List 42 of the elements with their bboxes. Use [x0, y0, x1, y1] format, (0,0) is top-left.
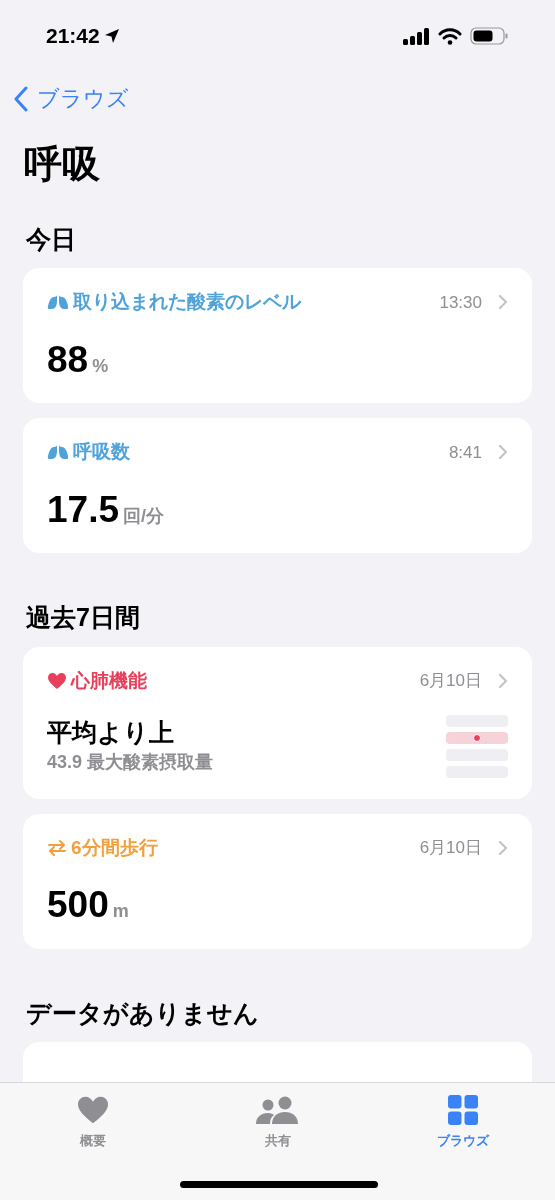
metric-card[interactable] [23, 1042, 532, 1082]
status-time: 21:42 [46, 23, 100, 50]
card-time: 13:30 [439, 291, 482, 314]
metric-unit: % [92, 354, 109, 378]
lungs-icon [47, 294, 69, 311]
heart-icon [75, 1095, 110, 1125]
metric-value: 88 [47, 340, 89, 378]
wifi-icon [438, 27, 462, 45]
grid-icon [447, 1095, 478, 1125]
people-icon [254, 1095, 301, 1125]
chevron-right-icon [498, 444, 508, 461]
metric-unit: m [112, 900, 129, 923]
section-heading: 今日 [26, 223, 77, 255]
rating-headline: 平均より上 [47, 717, 175, 749]
chevron-right-icon [498, 839, 508, 856]
card-time: 8:41 [448, 441, 482, 464]
section-heading: データがありません [26, 997, 260, 1029]
signal-icon [403, 27, 430, 45]
location-arrow-icon [103, 28, 120, 44]
lungs-icon [47, 444, 69, 461]
card-title: 呼吸数 [73, 440, 130, 464]
card-title: 6分間歩行 [71, 835, 158, 860]
chevron-right-icon [498, 294, 508, 311]
metric-card[interactable]: 取り込まれた酸素のレベル 13:30 88% [23, 268, 532, 403]
metric-card[interactable]: 呼吸数 8:41 17.5 回/分 [23, 418, 532, 553]
metric-card[interactable]: 心肺機能 6月10日 平均より上 43.9 最大酸素摂取量 [23, 646, 532, 799]
metric-card[interactable]: 6分間歩行 6月10日 500 m [23, 813, 532, 949]
metric-unit: 回/分 [123, 504, 165, 528]
metric-value: 17.5 [47, 490, 119, 528]
card-time: 6月10日 [419, 670, 482, 692]
chevron-left-icon [13, 85, 29, 112]
card-title: 取り込まれた酸素のレベル [73, 290, 301, 314]
page-title: 呼吸 [24, 142, 101, 187]
heart-icon [47, 671, 67, 690]
rating-subtitle: 43.9 最大酸素摂取量 [47, 750, 214, 774]
card-time: 6月10日 [419, 837, 482, 859]
card-title: 心肺機能 [71, 668, 147, 693]
battery-icon [470, 27, 509, 45]
metric-value: 500 [47, 886, 109, 923]
section-heading: 過去7日間 [26, 602, 141, 633]
chevron-right-icon [498, 672, 508, 689]
swap-arrows-icon [47, 838, 67, 857]
